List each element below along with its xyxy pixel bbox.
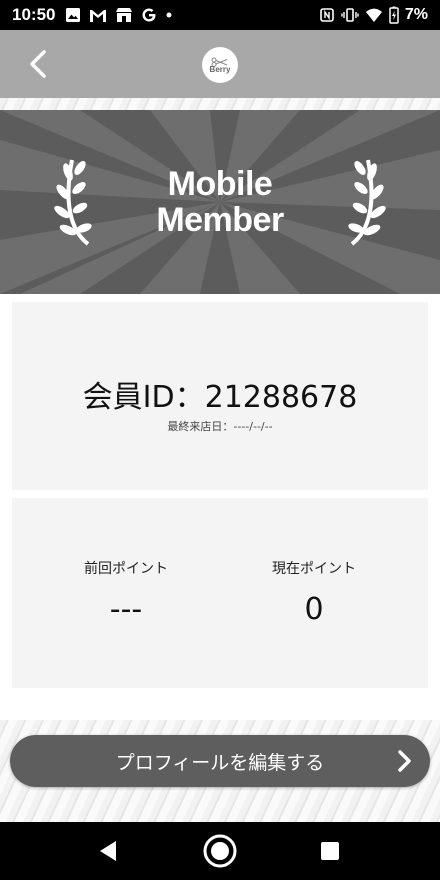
banner-title: Mobile Member bbox=[0, 166, 440, 238]
current-points: 現在ポイント 0 bbox=[210, 558, 418, 627]
nav-back-button[interactable] bbox=[90, 833, 126, 869]
edit-profile-button[interactable]: プロフィールを編集する bbox=[10, 735, 430, 787]
nav-home-button[interactable] bbox=[202, 833, 238, 869]
home-circle-icon bbox=[203, 834, 237, 868]
vibrate-icon bbox=[341, 7, 359, 23]
dot-icon bbox=[165, 11, 173, 19]
banner-title-line1: Mobile bbox=[167, 165, 273, 203]
notification-icons bbox=[65, 7, 173, 23]
logo-text: Berry bbox=[209, 64, 231, 74]
gmail-icon bbox=[89, 8, 107, 23]
previous-points: 前回ポイント --- bbox=[22, 558, 230, 627]
points-card: 前回ポイント --- 現在ポイント 0 bbox=[12, 498, 428, 688]
shop-logo: Berry bbox=[202, 47, 238, 83]
store-icon bbox=[115, 7, 133, 23]
triangle-back-icon bbox=[100, 841, 116, 861]
system-icons: 7% bbox=[319, 6, 428, 24]
current-points-value: 0 bbox=[304, 592, 324, 627]
status-bar: 10:50 7% bbox=[0, 0, 440, 30]
current-points-label: 現在ポイント bbox=[272, 561, 356, 577]
banner-title-line2: Member bbox=[156, 201, 284, 239]
member-id-card: 会員ID：21288678 最終来店日：----/--/-- bbox=[12, 302, 428, 490]
member-banner: Mobile Member bbox=[0, 110, 440, 294]
back-button[interactable] bbox=[18, 44, 58, 84]
nfc-icon bbox=[319, 7, 335, 23]
previous-points-label: 前回ポイント bbox=[84, 561, 168, 577]
member-id: 会員ID：21288678 bbox=[82, 380, 358, 415]
status-time: 10:50 bbox=[12, 5, 56, 24]
google-icon bbox=[141, 7, 157, 23]
floral-decoration-top bbox=[0, 98, 440, 110]
square-recents-icon bbox=[321, 842, 339, 860]
image-icon bbox=[65, 7, 81, 23]
battery-percent: 7% bbox=[404, 6, 428, 23]
chevron-left-icon bbox=[30, 50, 46, 78]
edit-profile-label: プロフィールを編集する bbox=[115, 751, 325, 774]
last-visit-date: 最終来店日：----/--/-- bbox=[167, 420, 273, 433]
system-nav-bar bbox=[0, 822, 440, 880]
app-header: Berry bbox=[0, 30, 440, 98]
wifi-icon bbox=[365, 7, 383, 23]
battery-charging-icon bbox=[389, 6, 399, 24]
nav-recents-button[interactable] bbox=[312, 833, 348, 869]
previous-points-value: --- bbox=[109, 592, 143, 627]
chevron-right-icon bbox=[398, 750, 411, 772]
